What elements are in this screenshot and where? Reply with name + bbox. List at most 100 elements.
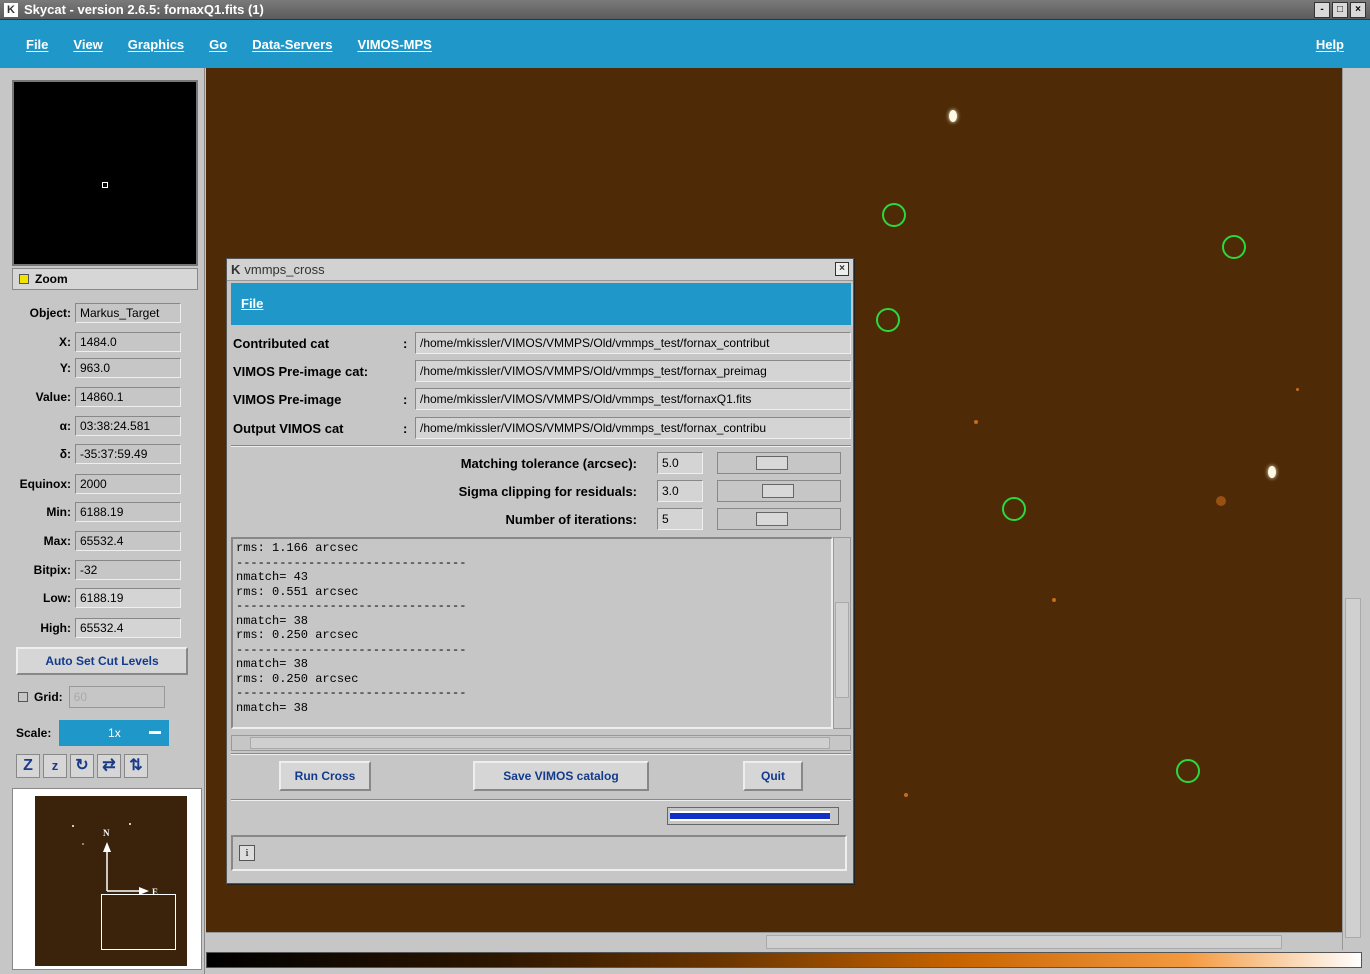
menu-file[interactable]: File xyxy=(26,37,48,52)
dec-field[interactable]: -35:37:59.49 xyxy=(75,444,181,464)
flip-y-icon[interactable]: ⇅ xyxy=(124,754,148,778)
title-bar: K Skycat - version 2.6.5: fornaxQ1.fits … xyxy=(0,0,1370,20)
log-line: nmatch= 38 xyxy=(236,700,309,715)
zoom-toggle[interactable]: Zoom xyxy=(12,268,198,290)
zoom-out-icon[interactable]: z xyxy=(43,754,67,778)
scrollbar-thumb[interactable] xyxy=(766,935,1282,949)
option-menu-indicator-icon xyxy=(149,731,162,734)
iterations-row: Number of iterations: 5 xyxy=(231,507,851,531)
scale-menu-button[interactable]: 1x xyxy=(59,720,170,746)
separator xyxy=(231,753,851,755)
dec-label: δ: xyxy=(59,447,71,461)
min-field[interactable]: 6188.19 xyxy=(75,502,181,522)
scrollbar-thumb[interactable] xyxy=(835,602,849,698)
field-colon: : xyxy=(403,420,408,436)
save-vimos-catalog-button[interactable]: Save VIMOS catalog xyxy=(473,761,649,791)
dialog-menu-file[interactable]: File xyxy=(241,296,263,311)
output-cat-input[interactable]: /home/mkissler/VIMOS/VMMPS/Old/vmmps_tes… xyxy=(415,417,851,439)
menu-help[interactable]: Help xyxy=(1316,37,1344,52)
high-label: High: xyxy=(40,621,71,635)
y-field[interactable]: 963.0 xyxy=(75,358,181,378)
info-panel: Zoom Object: Markus_Target X: 1484.0 Y: … xyxy=(0,68,205,974)
high-input[interactable]: 65532.4 xyxy=(75,618,181,638)
compass-north-label: N xyxy=(103,828,110,838)
flip-x-icon[interactable]: ⇄ xyxy=(97,754,121,778)
equinox-row: Equinox: 2000 xyxy=(0,472,200,496)
scale-value: 1x xyxy=(108,726,121,740)
grid-checkbox[interactable] xyxy=(18,692,28,702)
preimage-cat-label: VIMOS Pre-image cat: xyxy=(233,363,369,379)
pan-window[interactable]: N E xyxy=(12,788,202,970)
rotate-icon[interactable]: ↻ xyxy=(70,754,94,778)
iterations-input[interactable]: 5 xyxy=(657,508,703,530)
maximize-button[interactable]: □ xyxy=(1332,2,1348,18)
value-field[interactable]: 14860.1 xyxy=(75,387,181,407)
contributed-cat-input[interactable]: /home/mkissler/VIMOS/VMMPS/Old/vmmps_tes… xyxy=(415,332,851,354)
object-label: Object: xyxy=(29,306,71,320)
zoom-in-icon[interactable]: Z xyxy=(16,754,40,778)
output-log[interactable]: rms: 1.166 arcsec -----------------------… xyxy=(231,537,833,729)
log-line: -------------------------------- xyxy=(236,599,467,613)
scrollbar-thumb[interactable] xyxy=(250,737,830,749)
viewport-rectangle[interactable] xyxy=(101,894,176,950)
iterations-slider[interactable] xyxy=(717,508,841,530)
preimage-cat-input[interactable]: /home/mkissler/VIMOS/VMMPS/Old/vmmps_tes… xyxy=(415,360,851,382)
field-colon: : xyxy=(403,335,408,351)
min-label: Min: xyxy=(46,505,71,519)
low-input[interactable]: 6188.19 xyxy=(75,588,181,608)
equinox-field[interactable]: 2000 xyxy=(75,474,181,494)
menu-graphics[interactable]: Graphics xyxy=(128,37,184,52)
log-vertical-scrollbar[interactable] xyxy=(833,537,851,729)
menu-go[interactable]: Go xyxy=(209,37,227,52)
output-cat-row: Output VIMOS cat : /home/mkissler/VIMOS/… xyxy=(233,416,851,440)
log-line: -------------------------------- xyxy=(236,555,467,570)
image-horizontal-scrollbar[interactable] xyxy=(206,932,1342,950)
quit-button[interactable]: Quit xyxy=(743,761,803,791)
sigma-input[interactable]: 3.0 xyxy=(657,480,703,502)
sigma-slider[interactable] xyxy=(717,480,841,502)
catalog-marker[interactable] xyxy=(1222,235,1246,259)
image-vertical-scrollbar[interactable] xyxy=(1342,68,1362,950)
ra-field[interactable]: 03:38:24.581 xyxy=(75,416,181,436)
log-horizontal-scrollbar[interactable] xyxy=(231,735,851,751)
minimize-button[interactable]: - xyxy=(1314,2,1330,18)
slider-knob[interactable] xyxy=(762,484,794,498)
log-line: nmatch= 38 xyxy=(236,657,309,671)
zoom-checkbox[interactable] xyxy=(19,274,29,284)
kde-app-icon[interactable]: K xyxy=(4,2,18,17)
menu-data-servers[interactable]: Data-Servers xyxy=(252,37,332,52)
bitpix-field[interactable]: -32 xyxy=(75,560,181,580)
slider-knob[interactable] xyxy=(756,512,788,526)
max-label: Max: xyxy=(43,534,71,548)
run-cross-button[interactable]: Run Cross xyxy=(279,761,371,791)
tolerance-slider[interactable] xyxy=(717,452,841,474)
catalog-marker[interactable] xyxy=(882,203,906,227)
menu-vimos-mps[interactable]: VIMOS-MPS xyxy=(357,37,431,52)
preimage-input[interactable]: /home/mkissler/VIMOS/VMMPS/Old/vmmps_tes… xyxy=(415,388,851,410)
log-line: rms: 0.250 arcsec xyxy=(236,628,359,642)
slider-knob[interactable] xyxy=(756,456,788,470)
catalog-marker[interactable] xyxy=(1002,497,1026,521)
grid-spacing-field[interactable]: 60 xyxy=(68,686,165,708)
catalog-marker[interactable] xyxy=(876,308,900,332)
dialog-close-button[interactable]: × xyxy=(835,262,849,276)
info-icon: i xyxy=(239,845,255,861)
log-line: rms: 0.551 arcsec xyxy=(236,584,359,599)
scrollbar-thumb[interactable] xyxy=(1345,598,1361,938)
catalog-marker[interactable] xyxy=(1176,759,1200,783)
max-field[interactable]: 65532.4 xyxy=(75,531,181,551)
colormap-bar[interactable] xyxy=(206,952,1362,968)
auto-set-cut-levels-button[interactable]: Auto Set Cut Levels xyxy=(16,647,188,675)
log-line: -------------------------------- xyxy=(236,686,467,700)
faint-star xyxy=(1052,598,1056,602)
y-row: Y: 963.0 xyxy=(0,356,200,380)
tolerance-input[interactable]: 5.0 xyxy=(657,452,703,474)
faint-star xyxy=(1296,388,1299,391)
log-line: nmatch= 43 xyxy=(236,570,309,584)
menu-view[interactable]: View xyxy=(73,37,102,52)
low-label: Low: xyxy=(43,591,71,605)
bitpix-label: Bitpix: xyxy=(33,563,71,577)
x-field[interactable]: 1484.0 xyxy=(75,332,181,352)
close-button[interactable]: × xyxy=(1350,2,1366,18)
object-field[interactable]: Markus_Target xyxy=(75,303,181,323)
